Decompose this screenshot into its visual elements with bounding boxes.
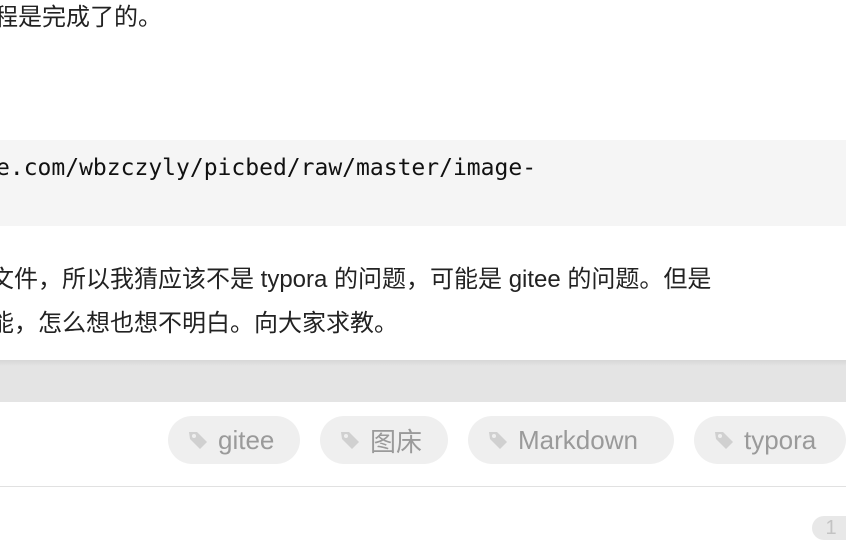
divider xyxy=(0,486,846,487)
tag-typora[interactable]: typora xyxy=(694,416,846,464)
reply-count-badge: 1 xyxy=(812,516,846,540)
post-paragraph: 文件，所以我猜应该不是 typora 的问题，可能是 gitee 的问题。但是 … xyxy=(0,258,711,346)
tag-markdown[interactable]: Markdown xyxy=(468,416,674,464)
tag-list: gitee 图床 Markdown typora xyxy=(0,416,846,464)
tag-icon xyxy=(489,432,507,449)
tag-icon xyxy=(715,432,733,449)
tag-label: typora xyxy=(744,424,817,455)
tag-label: Markdown xyxy=(518,424,638,455)
post-footer-bar xyxy=(0,366,846,402)
tag-tuchuang[interactable]: 图床 xyxy=(320,416,448,464)
code-block: e.com/wbzczyly/picbed/raw/master/image- xyxy=(0,140,846,226)
tag-gitee[interactable]: gitee xyxy=(168,416,300,464)
post-text-line: 程是完成了的。 xyxy=(0,4,162,31)
paragraph-line-2: 能，怎么想也想不明白。向大家求教。 xyxy=(0,310,398,337)
tag-label: 图床 xyxy=(370,426,423,457)
tag-icon xyxy=(341,432,359,449)
tag-label: gitee xyxy=(218,424,275,455)
paragraph-line-1: 文件，所以我猜应该不是 typora 的问题，可能是 gitee 的问题。但是 xyxy=(0,266,712,293)
code-text: e.com/wbzczyly/picbed/raw/master/image- xyxy=(0,155,537,181)
tag-icon xyxy=(189,432,207,449)
